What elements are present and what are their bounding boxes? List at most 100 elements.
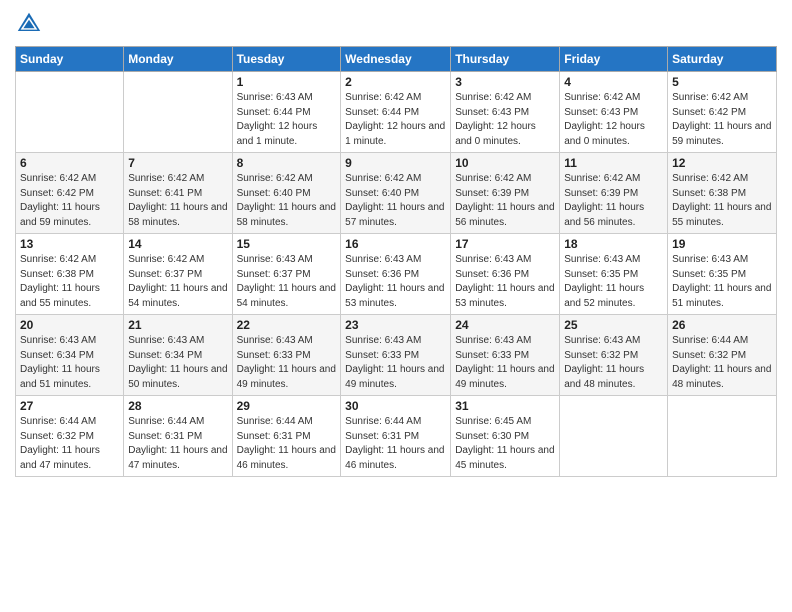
week-row-3: 20 Sunrise: 6:43 AM Sunset: 6:34 PM Dayli… — [16, 315, 777, 396]
day-cell: 7 Sunrise: 6:42 AM Sunset: 6:41 PM Daylig… — [124, 153, 232, 234]
day-cell: 12 Sunrise: 6:42 AM Sunset: 6:38 PM Dayli… — [668, 153, 777, 234]
day-info: Sunrise: 6:44 AM Sunset: 6:32 PM Dayligh… — [20, 415, 119, 473]
day-info: Sunrise: 6:43 AM Sunset: 6:33 PM Dayligh… — [345, 334, 446, 392]
day-cell: 26Sunrise: 6:44 AM Sunset: 6:32 PM Dayli… — [668, 315, 777, 396]
day-cell — [668, 396, 777, 477]
day-info: Sunrise: 6:42 AM Sunset: 6:38 PM Dayligh… — [20, 253, 119, 311]
day-cell: 24Sunrise: 6:43 AM Sunset: 6:33 PM Dayli… — [451, 315, 560, 396]
day-number: 14 — [128, 237, 227, 251]
day-info: Sunrise: 6:42 AM Sunset: 6:41 PM Dayligh… — [128, 172, 227, 230]
day-info: Sunrise: 6:43 AM Sunset: 6:37 PM Dayligh… — [237, 253, 337, 311]
day-number: 20 — [20, 318, 119, 332]
logo — [15, 10, 47, 38]
day-number: 9 — [345, 156, 446, 170]
day-info: Sunrise: 6:44 AM Sunset: 6:31 PM Dayligh… — [345, 415, 446, 473]
day-cell: 21 Sunrise: 6:43 AM Sunset: 6:34 PM Dayli… — [124, 315, 232, 396]
day-info: Sunrise: 6:42 AM Sunset: 6:42 PM Dayligh… — [20, 172, 119, 230]
day-info: Sunrise: 6:43 AM Sunset: 6:44 PM Dayligh… — [237, 91, 337, 149]
day-cell: 16 Sunrise: 6:43 AM Sunset: 6:36 PM Dayli… — [341, 234, 451, 315]
day-info: Sunrise: 6:43 AM Sunset: 6:34 PM Dayligh… — [128, 334, 227, 392]
day-cell: 19 Sunrise: 6:43 AM Sunset: 6:35 PM Dayli… — [668, 234, 777, 315]
day-cell — [124, 72, 232, 153]
day-number: 15 — [237, 237, 337, 251]
day-number: 25 — [564, 318, 663, 332]
day-cell: 25 Sunrise: 6:43 AM Sunset: 6:32 PM Dayli… — [560, 315, 668, 396]
day-number: 31 — [455, 399, 555, 413]
day-info: Sunrise: 6:44 AM Sunset: 6:31 PM Dayligh… — [128, 415, 227, 473]
day-number: 11 — [564, 156, 663, 170]
day-number: 28 — [128, 399, 227, 413]
day-number: 23 — [345, 318, 446, 332]
day-cell: 11 Sunrise: 6:42 AM Sunset: 6:39 PM Dayli… — [560, 153, 668, 234]
week-row-2: 13 Sunrise: 6:42 AM Sunset: 6:38 PM Dayli… — [16, 234, 777, 315]
day-info: Sunrise: 6:43 AM Sunset: 6:32 PM Dayligh… — [564, 334, 663, 392]
day-cell: 6 Sunrise: 6:42 AM Sunset: 6:42 PM Daylig… — [16, 153, 124, 234]
day-info: Sunrise: 6:43 AM Sunset: 6:33 PM Dayligh… — [237, 334, 337, 392]
day-info: Sunrise: 6:42 AM Sunset: 6:39 PM Dayligh… — [564, 172, 663, 230]
day-info: Sunrise: 6:45 AM Sunset: 6:30 PM Dayligh… — [455, 415, 555, 473]
day-cell: 8Sunrise: 6:42 AM Sunset: 6:40 PM Daylig… — [232, 153, 341, 234]
day-number: 7 — [128, 156, 227, 170]
calendar: SundayMondayTuesdayWednesdayThursdayFrid… — [15, 46, 777, 477]
day-number: 2 — [345, 75, 446, 89]
day-number: 13 — [20, 237, 119, 251]
day-cell: 14Sunrise: 6:42 AM Sunset: 6:37 PM Dayli… — [124, 234, 232, 315]
day-info: Sunrise: 6:43 AM Sunset: 6:35 PM Dayligh… — [672, 253, 772, 311]
day-cell: 10Sunrise: 6:42 AM Sunset: 6:39 PM Dayli… — [451, 153, 560, 234]
day-cell: 3 Sunrise: 6:42 AM Sunset: 6:43 PM Daylig… — [451, 72, 560, 153]
day-info: Sunrise: 6:42 AM Sunset: 6:42 PM Dayligh… — [672, 91, 772, 149]
day-info: Sunrise: 6:42 AM Sunset: 6:38 PM Dayligh… — [672, 172, 772, 230]
day-cell: 17Sunrise: 6:43 AM Sunset: 6:36 PM Dayli… — [451, 234, 560, 315]
day-info: Sunrise: 6:43 AM Sunset: 6:35 PM Dayligh… — [564, 253, 663, 311]
day-cell: 13 Sunrise: 6:42 AM Sunset: 6:38 PM Dayli… — [16, 234, 124, 315]
day-info: Sunrise: 6:42 AM Sunset: 6:43 PM Dayligh… — [564, 91, 663, 149]
day-number: 30 — [345, 399, 446, 413]
day-number: 21 — [128, 318, 227, 332]
page: SundayMondayTuesdayWednesdayThursdayFrid… — [0, 0, 792, 612]
day-cell: 31 Sunrise: 6:45 AM Sunset: 6:30 PM Dayli… — [451, 396, 560, 477]
day-number: 17 — [455, 237, 555, 251]
day-info: Sunrise: 6:42 AM Sunset: 6:40 PM Dayligh… — [237, 172, 337, 230]
day-number: 3 — [455, 75, 555, 89]
header-day-saturday: Saturday — [668, 47, 777, 72]
day-info: Sunrise: 6:42 AM Sunset: 6:39 PM Dayligh… — [455, 172, 555, 230]
day-number: 1 — [237, 75, 337, 89]
day-number: 22 — [237, 318, 337, 332]
day-cell: 18 Sunrise: 6:43 AM Sunset: 6:35 PM Dayli… — [560, 234, 668, 315]
day-info: Sunrise: 6:43 AM Sunset: 6:34 PM Dayligh… — [20, 334, 119, 392]
day-number: 18 — [564, 237, 663, 251]
day-number: 24 — [455, 318, 555, 332]
header-day-wednesday: Wednesday — [341, 47, 451, 72]
day-number: 19 — [672, 237, 772, 251]
day-info: Sunrise: 6:43 AM Sunset: 6:36 PM Dayligh… — [345, 253, 446, 311]
day-number: 4 — [564, 75, 663, 89]
day-cell: 1 Sunrise: 6:43 AM Sunset: 6:44 PM Daylig… — [232, 72, 341, 153]
logo-icon — [15, 10, 43, 38]
day-cell: 5 Sunrise: 6:42 AM Sunset: 6:42 PM Daylig… — [668, 72, 777, 153]
day-info: Sunrise: 6:44 AM Sunset: 6:32 PM Dayligh… — [672, 334, 772, 392]
day-number: 12 — [672, 156, 772, 170]
week-row-1: 6 Sunrise: 6:42 AM Sunset: 6:42 PM Daylig… — [16, 153, 777, 234]
day-cell: 22 Sunrise: 6:43 AM Sunset: 6:33 PM Dayli… — [232, 315, 341, 396]
day-cell: 2Sunrise: 6:42 AM Sunset: 6:44 PM Daylig… — [341, 72, 451, 153]
day-number: 16 — [345, 237, 446, 251]
day-number: 29 — [237, 399, 337, 413]
day-cell — [560, 396, 668, 477]
day-number: 6 — [20, 156, 119, 170]
day-cell — [16, 72, 124, 153]
day-cell: 28 Sunrise: 6:44 AM Sunset: 6:31 PM Dayli… — [124, 396, 232, 477]
day-cell: 20 Sunrise: 6:43 AM Sunset: 6:34 PM Dayli… — [16, 315, 124, 396]
header-day-sunday: Sunday — [16, 47, 124, 72]
day-number: 27 — [20, 399, 119, 413]
day-cell: 29 Sunrise: 6:44 AM Sunset: 6:31 PM Dayli… — [232, 396, 341, 477]
day-cell: 9Sunrise: 6:42 AM Sunset: 6:40 PM Daylig… — [341, 153, 451, 234]
day-number: 5 — [672, 75, 772, 89]
day-info: Sunrise: 6:44 AM Sunset: 6:31 PM Dayligh… — [237, 415, 337, 473]
day-cell: 4 Sunrise: 6:42 AM Sunset: 6:43 PM Daylig… — [560, 72, 668, 153]
day-cell: 27 Sunrise: 6:44 AM Sunset: 6:32 PM Dayli… — [16, 396, 124, 477]
day-info: Sunrise: 6:42 AM Sunset: 6:43 PM Dayligh… — [455, 91, 555, 149]
day-cell: 30 Sunrise: 6:44 AM Sunset: 6:31 PM Dayli… — [341, 396, 451, 477]
header-day-thursday: Thursday — [451, 47, 560, 72]
calendar-header-row: SundayMondayTuesdayWednesdayThursdayFrid… — [16, 47, 777, 72]
week-row-4: 27 Sunrise: 6:44 AM Sunset: 6:32 PM Dayli… — [16, 396, 777, 477]
